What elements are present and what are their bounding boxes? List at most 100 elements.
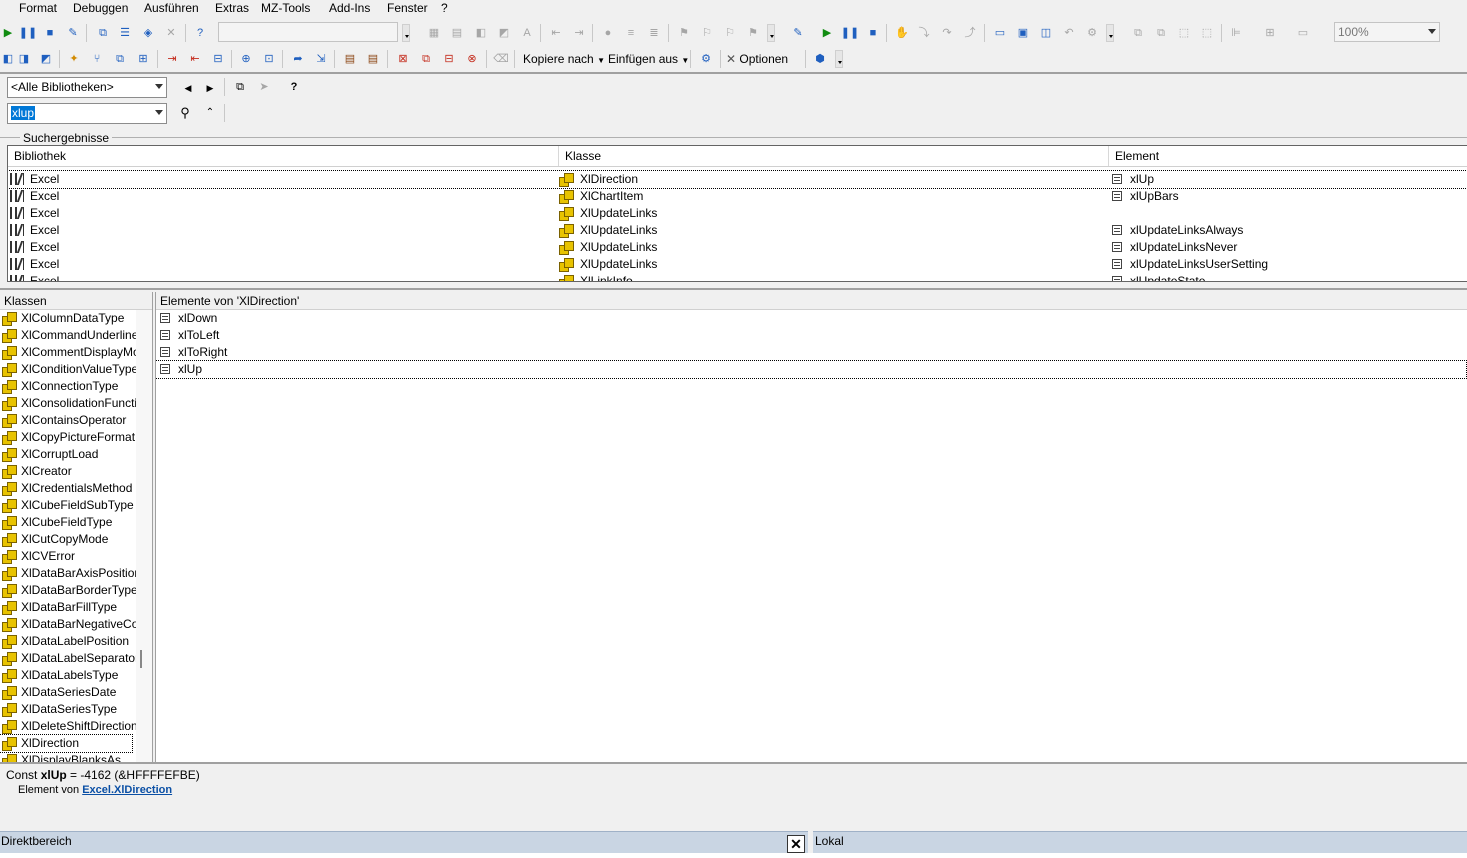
group-icon[interactable]: ⬚ [1176, 25, 1192, 41]
toolbar-grip-2[interactable] [767, 24, 775, 42]
mz-tool-14-icon[interactable]: ⇲ [313, 51, 329, 67]
center-icon[interactable]: ⊞ [1262, 25, 1278, 41]
class-list-item[interactable]: XlConditionValueTypes [0, 361, 136, 378]
mz-tool-3-icon[interactable]: ◩ [38, 51, 54, 67]
member-item[interactable]: xlDown [156, 310, 1467, 327]
run-icon[interactable]: ▶ [0, 25, 16, 41]
outdent-icon[interactable]: ⇤ [548, 25, 564, 41]
mz-tool-10-icon[interactable]: ⊟ [210, 51, 226, 67]
mz-tool-12-icon[interactable]: ⊡ [261, 51, 277, 67]
watch-window-icon[interactable]: ◫ [1038, 25, 1054, 41]
copy-clipboard-icon[interactable]: ⧉ [232, 79, 248, 95]
mz-tool-9-icon[interactable]: ⇤ [187, 51, 203, 67]
class-list-item[interactable]: XlCreator [0, 463, 136, 480]
class-list-item[interactable]: XlCubeFieldType [0, 514, 136, 531]
mz-tool-8-icon[interactable]: ⇥ [164, 51, 180, 67]
mz-tool-18-icon[interactable]: ⧉ [418, 51, 434, 67]
stop-icon[interactable]: ■ [42, 25, 58, 41]
class-list-item[interactable]: XlCutCopyMode [0, 531, 136, 548]
mz-tool-2-icon[interactable]: ◨ [16, 51, 32, 67]
column-header-library[interactable]: Bibliothek [8, 146, 559, 166]
library-link[interactable]: Excel [82, 784, 111, 796]
class-list-item[interactable]: XlConnectionType [0, 378, 136, 395]
table-row[interactable]: Excel XlDirection xlUp [8, 170, 1467, 189]
bring-front-icon[interactable]: ⧉ [1130, 25, 1146, 41]
mz-tool-4-icon[interactable]: ✦ [66, 51, 82, 67]
class-list-item[interactable]: XlCredentialsMethod [0, 480, 136, 497]
indent-icon[interactable]: ⇥ [571, 25, 587, 41]
bookmark-toggle-icon[interactable]: ⚑ [676, 25, 692, 41]
menu-extras[interactable]: Extras [215, 1, 249, 15]
mz-tool-13-icon[interactable]: ➦ [290, 51, 306, 67]
locals-window-titlebar[interactable]: Lokal [813, 831, 1467, 853]
eraser-icon[interactable]: ⌫ [493, 51, 509, 67]
breakpoint-icon[interactable]: ✋ [894, 25, 910, 41]
immediate-window-titlebar[interactable]: Direktbereich ✕ [0, 831, 808, 853]
class-list-item[interactable]: XlDataBarBorderType [0, 582, 136, 599]
quick-info-icon[interactable]: ◧ [473, 25, 489, 41]
step-over-icon[interactable]: ↷ [939, 25, 955, 41]
class-list-item[interactable]: XlColumnDataType [0, 310, 136, 327]
toolbar-grip[interactable] [402, 24, 410, 42]
mz-help-icon[interactable]: ⬢ [812, 51, 828, 67]
send-back-icon[interactable]: ⧉ [1153, 25, 1169, 41]
options-button[interactable]: ✕ Optionen [726, 51, 788, 67]
class-list-item[interactable]: XlCopyPictureFormat [0, 429, 136, 446]
class-list-item[interactable]: XlDataLabelPosition [0, 633, 136, 650]
mz-tool-16-icon[interactable]: ▤ [365, 51, 381, 67]
mz-tool-17-icon[interactable]: ⊠ [395, 51, 411, 67]
binoculars-icon[interactable]: ⚲ [177, 105, 193, 121]
class-link[interactable]: XlDirection [114, 784, 172, 796]
member-item[interactable]: xlToRight [156, 344, 1467, 361]
immediate-window-icon[interactable]: ▣ [1015, 25, 1031, 41]
menu-ausfuehren[interactable]: Ausführen [144, 1, 199, 15]
bookmark-prev-icon[interactable]: ⚐ [722, 25, 738, 41]
class-list-item[interactable]: XlDirection [0, 734, 133, 753]
table-row[interactable]: Excel XlChartItem xlUpBars [8, 188, 1467, 205]
forward-icon[interactable]: ▶ [202, 80, 218, 96]
class-list-item[interactable]: XlDataLabelsType [0, 667, 136, 684]
class-list-item[interactable]: XlDataBarAxisPosition [0, 565, 136, 582]
search-input[interactable]: xlup [7, 103, 167, 124]
scrollbar-thumb[interactable] [140, 650, 142, 668]
library-select[interactable]: <Alle Bibliotheken> [7, 77, 167, 98]
ungroup-icon[interactable]: ⬚ [1199, 25, 1215, 41]
close-icon[interactable]: ✕ [787, 835, 805, 853]
align-icon[interactable]: ⊫ [1228, 25, 1244, 41]
run-icon-2[interactable]: ▶ [819, 25, 835, 41]
view-definition-icon[interactable]: ➤ [256, 79, 272, 95]
menu-help[interactable]: ? [441, 1, 448, 15]
pause-icon-2[interactable]: ❚❚ [841, 25, 859, 41]
toolbox-icon[interactable]: ✕ [163, 25, 179, 41]
quick-watch-icon[interactable]: ↶ [1061, 25, 1077, 41]
bookmark-clear-icon[interactable]: ⚑ [745, 25, 761, 41]
class-list-item[interactable]: XlCommentDisplayMode [0, 344, 136, 361]
class-list-item[interactable]: XlCommandUnderlines [0, 327, 136, 344]
mz-tool-15-icon[interactable]: ▤ [342, 51, 358, 67]
help-icon-2[interactable]: ? [286, 79, 302, 95]
class-list-item[interactable]: XlDisplayBlanksAs [0, 752, 136, 762]
menu-mz-tools[interactable]: MZ-Tools [261, 1, 310, 15]
parameter-info-icon[interactable]: ◩ [496, 25, 512, 41]
insert-from-button[interactable]: Einfügen aus ▼ [608, 51, 689, 69]
comment-block-icon[interactable]: ≡ [623, 25, 639, 41]
copy-to-button[interactable]: Kopiere nach ▼ [523, 51, 605, 69]
member-item-selected[interactable]: xlUp [156, 360, 1467, 379]
step-out-icon[interactable]: ⤴ [962, 25, 978, 41]
class-list-item[interactable]: XlConsolidationFunction [0, 395, 136, 412]
mz-tool-6-icon[interactable]: ⧉ [112, 51, 128, 67]
zoom-select[interactable]: 100% [1334, 22, 1440, 42]
mz-tool-1-icon[interactable]: ◧ [0, 51, 16, 67]
menu-add-ins[interactable]: Add-Ins [329, 1, 370, 15]
call-stack-icon[interactable]: ⚙ [1084, 25, 1100, 41]
table-row[interactable]: Excel XlUpdateLinks xlUpdateLinksNever [8, 239, 1467, 256]
class-list-item[interactable]: XlCorruptLoad [0, 446, 136, 463]
class-list-item[interactable]: XlDataLabelSeparator [0, 650, 136, 667]
class-list-item[interactable]: XlDataSeriesType [0, 701, 136, 718]
table-row[interactable]: Excel XlLinkInfo xlUpdateState [8, 273, 1467, 281]
class-list-item[interactable]: XlContainsOperator [0, 412, 136, 429]
class-list-item[interactable]: XlCVError [0, 548, 136, 565]
complete-word-icon[interactable]: A [519, 25, 535, 41]
menu-debuggen[interactable]: Debuggen [73, 1, 128, 15]
table-row[interactable]: Excel XlUpdateLinks xlUpdateLinksUserSet… [8, 256, 1467, 273]
